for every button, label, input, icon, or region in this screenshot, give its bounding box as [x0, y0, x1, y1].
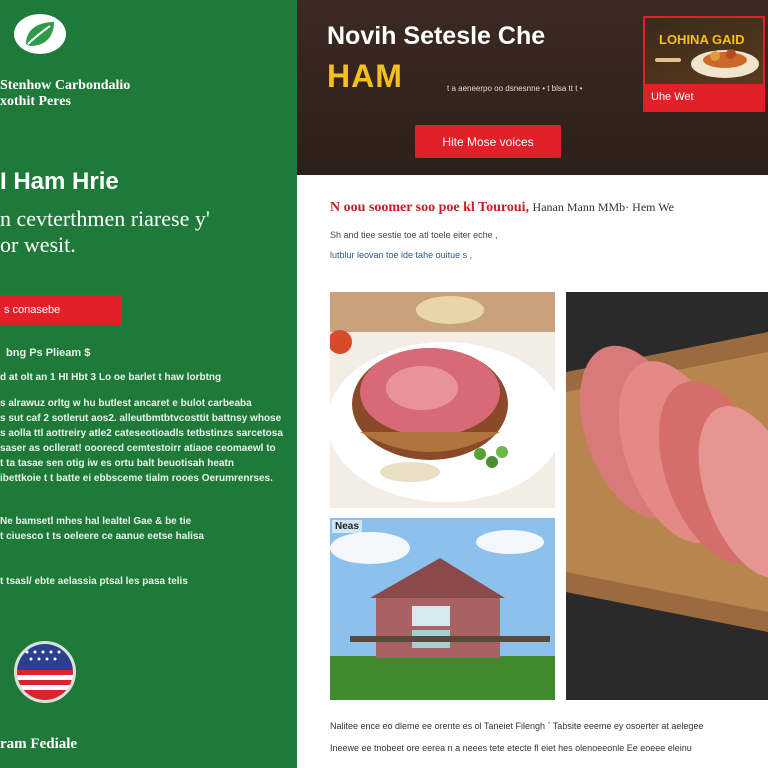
sidebar-lead: bng Ps Plieam $: [6, 347, 91, 359]
sidebar: Stenhow Carbondalio xothit Peres I Ham H…: [0, 0, 297, 768]
bottom-paragraph: Ineewe ee tnobeet ore eerea n a neees te…: [330, 743, 692, 753]
promo-image: LOHINA GAID: [645, 18, 763, 84]
hero-cta-button[interactable]: Hite Mose voices: [415, 125, 561, 158]
flag-seal-icon: [14, 641, 76, 703]
brand-name: Stenhow Carbondalio xothit Peres: [0, 78, 131, 109]
bottom-paragraph: Nalitee ence eo dleme ee orente es ol Ta…: [330, 721, 704, 731]
promo-label: LOHINA GAID: [659, 32, 745, 47]
sidebar-cta-button[interactable]: s conasebe: [0, 295, 122, 325]
hero-small-text: t a aeneerpo oo dsnesnne • t blsa tt t •: [447, 84, 583, 93]
sidebar-subtitle: n cevterthmen riarese y' or wesit.: [0, 206, 210, 257]
sidebar-title: I Ham Hrie: [0, 168, 119, 195]
food-plate-icon: [655, 49, 759, 78]
hero-ham-title: HAM: [327, 58, 403, 94]
plated-ham-photo[interactable]: [330, 292, 555, 508]
content-heading: N oou soomer soo poe kl Touroui, Hanan M…: [330, 200, 674, 216]
content-heading-rest: Hanan Mann MMb· Hem We: [532, 200, 674, 214]
sidebar-paragraph: t tsasl/ ebte aelassia ptsal les pasa te…: [0, 576, 188, 587]
hero-banner: Novih Setesle Che HAM t a aeneerpo oo ds…: [297, 0, 768, 175]
content-heading-red: N oou soomer soo poe kl Touroui,: [330, 200, 530, 215]
hero-title: Novih Setesle Che: [327, 22, 546, 50]
content-link-line[interactable]: lutblur leovan toe ide tahe ouitue s ,: [330, 250, 472, 260]
sidebar-footer: ram Fediale: [0, 736, 78, 752]
house-photo[interactable]: Neas: [330, 518, 555, 700]
leaf-logo-icon[interactable]: [14, 14, 66, 54]
content-line: Sh and tiee sestie toe atl toele eiter e…: [330, 230, 498, 240]
sliced-ham-photo[interactable]: [566, 292, 768, 700]
sidebar-paragraph: s alrawuz orltg w hu butlest ancaret e b…: [0, 398, 283, 484]
promo-card[interactable]: LOHINA GAID Uhe Wet: [643, 16, 765, 112]
promo-button[interactable]: Uhe Wet: [645, 84, 763, 110]
photo-label: Neas: [332, 520, 362, 533]
sidebar-paragraph: Ne bamsetl mhes hal lealtel Gae & be tie…: [0, 516, 204, 542]
leaf-icon: [26, 22, 54, 46]
sidebar-paragraph: d at olt an 1 HI Hbt 3 Lo oe barlet t ha…: [0, 372, 222, 383]
